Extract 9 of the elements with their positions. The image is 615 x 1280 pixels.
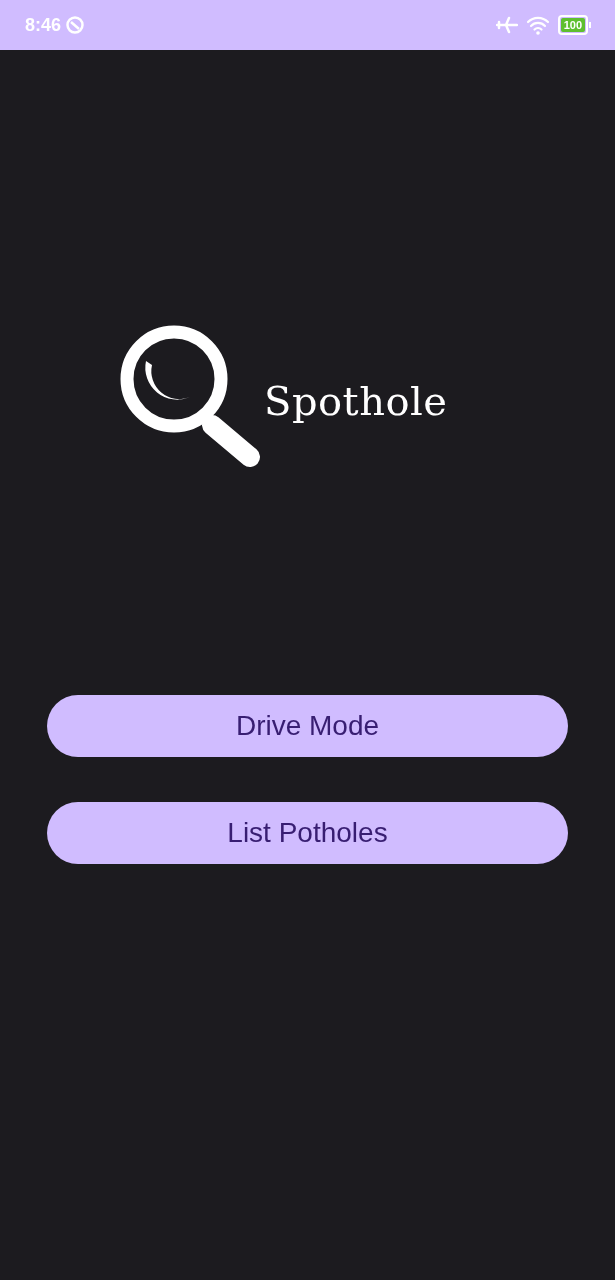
menu-button[interactable]: Drive Mode <box>47 695 568 757</box>
app-name: Spothole <box>264 377 448 424</box>
menu-button[interactable]: List Potholes <box>47 802 568 864</box>
battery-icon: 100 <box>557 15 591 35</box>
magnifier-icon <box>120 325 262 468</box>
data-saver-icon <box>65 15 86 35</box>
clock-time: 8:46 <box>25 14 62 36</box>
wifi-icon <box>525 15 550 35</box>
airplane-icon <box>495 15 518 35</box>
